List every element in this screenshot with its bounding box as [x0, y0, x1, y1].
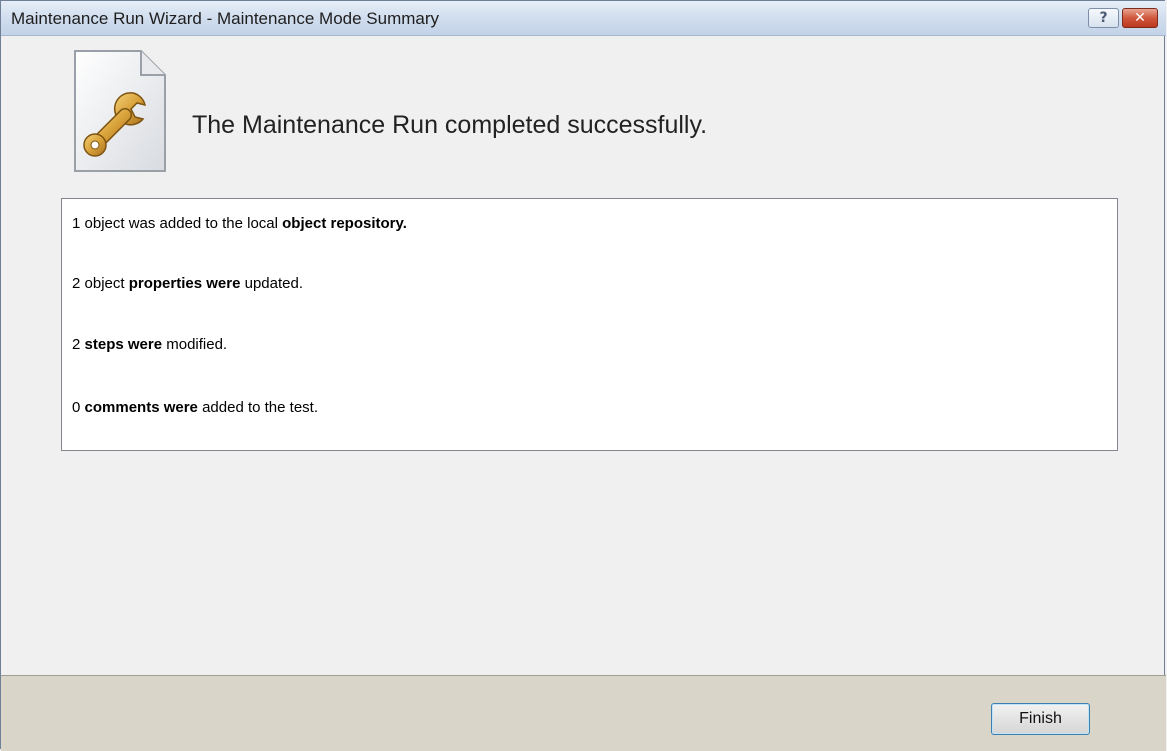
help-button[interactable]: ?: [1088, 8, 1119, 28]
help-icon: ?: [1099, 10, 1108, 26]
summary-line-steps: 2 steps were modified.: [72, 336, 228, 353]
summary-panel: 1 object was added to the local object r…: [61, 198, 1118, 451]
close-icon: ✕: [1134, 10, 1146, 26]
button-bar: Finish: [1, 675, 1166, 751]
finish-button[interactable]: Finish: [991, 703, 1090, 735]
summary-line-comments: 0 comments were added to the test.: [72, 399, 318, 416]
title-bar[interactable]: Maintenance Run Wizard - Maintenance Mod…: [1, 1, 1166, 36]
wrench-document-icon: [74, 50, 166, 172]
close-button[interactable]: ✕: [1122, 8, 1158, 28]
summary-line-properties: 2 object properties were updated.: [72, 275, 303, 292]
window-title: Maintenance Run Wizard - Maintenance Mod…: [11, 9, 440, 28]
summary-line-objects: 1 object was added to the local object r…: [72, 215, 407, 232]
completion-message: The Maintenance Run completed successful…: [192, 111, 708, 139]
wizard-window: Maintenance Run Wizard - Maintenance Mod…: [0, 0, 1166, 751]
